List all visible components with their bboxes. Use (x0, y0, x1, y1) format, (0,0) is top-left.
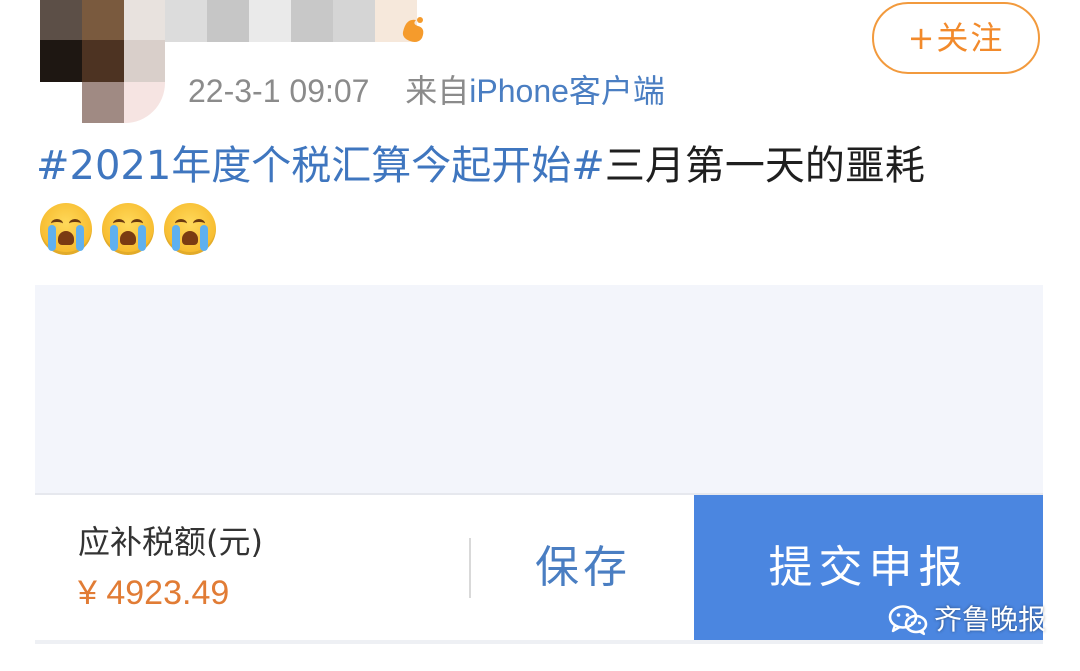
post-timestamp: 22-3-1 09:07 (188, 73, 370, 109)
vip-badge-icon (400, 14, 428, 44)
post-body-text: 三月第一天的噩耗 (604, 143, 925, 189)
source-client-link[interactable]: iPhone客户端 (469, 73, 665, 109)
source-prefix: 来自 (405, 73, 470, 109)
watermark: 齐鲁晚报 (888, 600, 1046, 640)
watermark-text: 齐鲁晚报 (934, 603, 1047, 636)
avatar[interactable] (40, 0, 165, 123)
weibo-post: 22-3-1 09:07 来自iPhone客户端 +关注 #2021年度个税汇算… (0, 0, 1080, 671)
embedded-screenshot[interactable] (35, 285, 1043, 495)
emoji-row (40, 203, 216, 257)
username-blurred[interactable] (165, 0, 417, 42)
follow-button[interactable]: +关注 (872, 2, 1040, 74)
tax-due-amount: ¥ 4923.49 (78, 574, 230, 612)
post-meta: 22-3-1 09:07 来自iPhone客户端 (188, 70, 665, 112)
crying-face-icon (102, 203, 154, 255)
hashtag-link[interactable]: #2021年度个税汇算今起开始# (36, 143, 605, 189)
crying-face-icon (164, 203, 216, 255)
tax-due-label: 应补税额(元) (78, 523, 263, 561)
divider (469, 538, 471, 598)
post-body: #2021年度个税汇算今起开始#三月第一天的噩耗 (36, 140, 1046, 192)
divider (35, 640, 1043, 644)
crying-face-icon (40, 203, 92, 255)
save-button[interactable]: 保存 (472, 495, 694, 640)
wechat-icon (888, 604, 928, 636)
